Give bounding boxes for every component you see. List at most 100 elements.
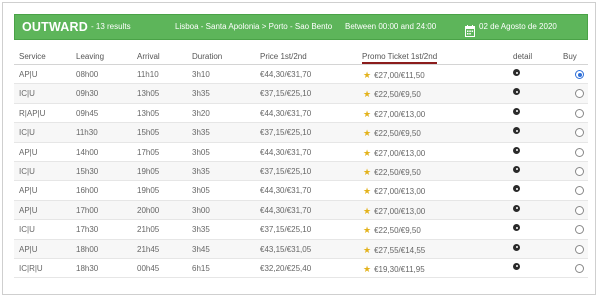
promo-value: €27,00/€13,00	[374, 148, 426, 158]
info-icon	[513, 224, 520, 232]
arrival-cell: 17h05	[137, 147, 160, 157]
promo-value: €27,55/€14,55	[374, 245, 426, 255]
detail-button[interactable]	[513, 88, 520, 97]
promo-cell: ★ €27,55/€14,55	[363, 245, 425, 256]
buy-radio[interactable]	[575, 166, 584, 176]
buy-radio[interactable]	[575, 89, 584, 99]
promo-cell: ★ €27,00/€13,00	[363, 206, 425, 217]
service-cell: AP|U	[19, 186, 38, 196]
detail-button[interactable]	[513, 107, 520, 117]
promo-value: €22,50/€9,50	[374, 90, 421, 100]
leaving-cell: 17h00	[76, 205, 99, 215]
promo-cell: ★ €27,00/€13,00	[363, 109, 425, 120]
detail-button[interactable]	[513, 204, 520, 214]
promo-cell: ★ €22,50/€9,50	[363, 167, 421, 178]
price-cell: €37,15/€25,10	[260, 128, 312, 138]
buy-radio[interactable]	[575, 244, 584, 254]
detail-button[interactable]	[513, 243, 520, 253]
duration-cell: 3h05	[192, 147, 210, 157]
promo-value: €22,50/€9,50	[374, 129, 421, 139]
table-row: AP|U 17h00 20h00 3h00 €44,30/€31,70 ★ €27…	[14, 200, 588, 221]
buy-radio[interactable]	[575, 263, 584, 273]
star-icon: ★	[363, 225, 372, 236]
buy-radio[interactable]	[575, 186, 584, 196]
table-row: AP|U 18h00 21h45 3h45 €43,15/€31,05 ★ €27…	[14, 239, 588, 259]
arrival-cell: 19h05	[137, 186, 160, 196]
info-icon	[513, 185, 520, 193]
col-buy: Buy	[563, 52, 577, 61]
time-window: Between 00:00 and 24:00	[345, 22, 437, 31]
table-header: Service Leaving Arrival Duration Price 1…	[14, 47, 588, 65]
price-cell: €44,30/€31,70	[260, 205, 312, 215]
route-label: Lisboa - Santa Apolonia > Porto - Sao Be…	[175, 22, 333, 31]
service-cell: IC|U	[19, 166, 35, 176]
arrival-cell: 11h10	[137, 70, 159, 79]
table-row: R|AP|U 09h45 13h05 3h20 €44,30/€31,70 ★ €…	[14, 104, 588, 124]
star-icon: ★	[363, 205, 372, 216]
star-icon: ★	[363, 166, 372, 177]
results-count: - 13 results	[91, 22, 131, 31]
promo-cell: ★ €22,50/€9,50	[363, 225, 421, 236]
detail-button[interactable]	[513, 69, 520, 78]
table-row: IC|U 17h30 21h05 3h35 €37,15/€25,10 ★ €22…	[14, 220, 588, 240]
calendar-icon	[465, 21, 475, 37]
duration-cell: 3h00	[192, 205, 210, 215]
promo-cell: ★ €22,50/€9,50	[363, 89, 421, 100]
service-cell: AP|U	[19, 70, 38, 79]
info-icon	[513, 262, 520, 270]
service-cell: R|AP|U	[19, 108, 46, 118]
service-cell: AP|U	[19, 147, 38, 157]
info-icon	[513, 107, 520, 115]
buy-radio[interactable]	[575, 225, 584, 235]
price-cell: €32,20/€25,40	[260, 263, 312, 273]
table-row: IC|U 11h30 15h05 3h35 €37,15/€25,10 ★ €22…	[14, 123, 588, 143]
buy-radio[interactable]	[575, 128, 584, 138]
detail-button[interactable]	[513, 165, 520, 175]
detail-button[interactable]	[513, 262, 520, 272]
promo-cell: ★ €22,50/€9,50	[363, 128, 421, 139]
service-cell: AP|U	[19, 205, 38, 215]
outward-banner: OUTWARD - 13 results Lisboa - Santa Apol…	[14, 14, 588, 40]
leaving-cell: 17h30	[76, 225, 99, 235]
price-cell: €44,30/€31,70	[260, 108, 312, 118]
star-icon: ★	[363, 263, 372, 274]
duration-cell: 3h45	[192, 244, 210, 254]
table-row: AP|U 16h00 19h05 3h05 €44,30/€31,70 ★ €27…	[14, 181, 588, 201]
arrival-cell: 00h45	[137, 263, 160, 273]
service-cell: IC|R|U	[19, 263, 43, 273]
detail-button[interactable]	[513, 185, 520, 194]
duration-cell: 3h20	[192, 108, 210, 118]
duration-cell: 3h35	[192, 166, 210, 176]
col-promo: Promo Ticket 1st/2nd	[362, 52, 438, 64]
info-icon	[513, 204, 520, 212]
buy-radio[interactable]	[575, 108, 584, 118]
table-row: AP|U 08h00 11h10 3h10 €44,30/€31,70 ★ €27…	[14, 65, 588, 85]
service-cell: IC|U	[19, 128, 35, 138]
detail-button[interactable]	[513, 127, 520, 136]
arrival-cell: 21h45	[137, 244, 160, 254]
info-icon	[513, 165, 520, 173]
star-icon: ★	[363, 89, 372, 100]
duration-cell: 3h05	[192, 186, 210, 196]
detail-button[interactable]	[513, 224, 520, 233]
star-icon: ★	[363, 128, 372, 139]
arrival-cell: 19h05	[137, 166, 160, 176]
buy-radio[interactable]	[575, 147, 584, 157]
promo-value: €22,50/€9,50	[374, 226, 421, 236]
promo-value: €27,00/€11,50	[374, 71, 425, 80]
promo-cell: ★ €27,00/€13,00	[363, 186, 425, 197]
buy-radio[interactable]	[575, 205, 584, 215]
banner-title: OUTWARD	[22, 20, 88, 34]
buy-radio[interactable]	[575, 70, 584, 79]
detail-button[interactable]	[513, 146, 520, 156]
arrival-cell: 13h05	[137, 89, 160, 99]
duration-cell: 6h15	[192, 263, 210, 273]
star-icon: ★	[363, 147, 372, 158]
leaving-cell: 18h00	[76, 244, 99, 254]
price-cell: €44,30/€31,70	[260, 186, 312, 196]
results-panel: OUTWARD - 13 results Lisboa - Santa Apol…	[2, 2, 596, 295]
leaving-cell: 18h30	[76, 263, 99, 273]
promo-cell: ★ €27,00/€13,00	[363, 148, 425, 159]
leaving-cell: 16h00	[76, 186, 99, 196]
leaving-cell: 14h00	[76, 147, 99, 157]
